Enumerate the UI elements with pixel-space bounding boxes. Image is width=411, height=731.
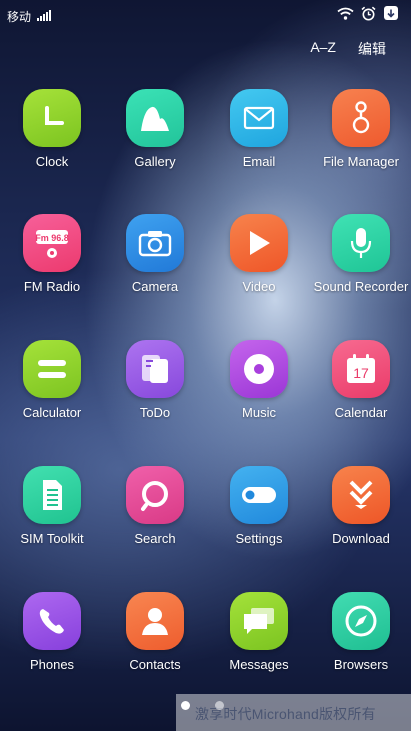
camera-icon — [126, 214, 184, 272]
battery-icon — [384, 6, 398, 20]
app-contacts[interactable]: Contacts — [103, 592, 207, 672]
edit-button[interactable]: 编辑 — [358, 39, 386, 59]
app-sim-toolkit[interactable]: SIM Toolkit — [0, 466, 104, 546]
app-browsers[interactable]: Browsers — [307, 592, 411, 672]
gallery-icon — [126, 89, 184, 147]
signal-strength-icon — [37, 9, 51, 21]
calculator-icon — [23, 340, 81, 398]
wifi-icon — [337, 7, 354, 20]
file-manager-icon — [332, 89, 390, 147]
app-phones[interactable]: Phones — [0, 592, 104, 672]
phone-icon — [23, 592, 81, 650]
app-calendar[interactable]: 17 Calendar — [307, 340, 411, 420]
app-label: FM Radio — [23, 279, 81, 294]
app-download[interactable]: Download — [307, 466, 411, 546]
email-icon — [230, 89, 288, 147]
app-label: Search — [134, 531, 176, 546]
carrier-name: 移动 — [7, 10, 32, 24]
app-file-manager[interactable]: File Manager — [307, 89, 411, 169]
app-label: SIM Toolkit — [20, 531, 84, 546]
search-icon — [126, 466, 184, 524]
app-label: Calculator — [22, 405, 82, 420]
app-label: Music — [242, 405, 276, 420]
app-label: Gallery — [134, 154, 176, 169]
page-dot-2[interactable] — [215, 701, 224, 710]
settings-toggle-icon — [230, 466, 288, 524]
messages-icon — [230, 592, 288, 650]
app-todo[interactable]: ToDo — [103, 340, 207, 420]
app-fm-radio[interactable]: Fm 96.8 FM Radio — [0, 214, 104, 294]
music-icon — [230, 340, 288, 398]
app-label: Clock — [35, 154, 69, 169]
fm-frequency-label: Fm 96.8 — [35, 233, 69, 243]
compass-icon — [332, 592, 390, 650]
video-play-icon — [230, 214, 288, 272]
app-camera[interactable]: Camera — [103, 214, 207, 294]
app-label: Camera — [131, 279, 179, 294]
app-label: Download — [332, 531, 390, 546]
contacts-icon — [126, 592, 184, 650]
app-label: Video — [242, 279, 276, 294]
calendar-icon: 17 — [332, 340, 390, 398]
calendar-day-label: 17 — [353, 365, 369, 381]
alarm-clock-icon — [361, 6, 376, 20]
clock-icon — [23, 89, 81, 147]
app-calculator[interactable]: Calculator — [0, 340, 104, 420]
app-label: File Manager — [323, 154, 399, 169]
app-label: Email — [242, 154, 276, 169]
app-label: Contacts — [129, 657, 181, 672]
sim-card-icon — [23, 466, 81, 524]
app-messages[interactable]: Messages — [207, 592, 311, 672]
fm-radio-icon: Fm 96.8 — [23, 214, 81, 272]
app-clock[interactable]: Clock — [0, 89, 104, 169]
microphone-icon — [332, 214, 390, 272]
app-label: Browsers — [333, 657, 389, 672]
app-settings[interactable]: Settings — [207, 466, 311, 546]
app-label: Messages — [229, 657, 289, 672]
app-label: ToDo — [139, 405, 171, 420]
app-search[interactable]: Search — [103, 466, 207, 546]
app-label: Phones — [29, 657, 75, 672]
app-music[interactable]: Music — [207, 340, 311, 420]
sort-az-button[interactable]: A–Z — [310, 39, 336, 59]
page-indicator[interactable] — [181, 701, 224, 710]
app-sound-recorder[interactable]: Sound Recorder — [307, 214, 411, 294]
watermark: 激享时代Microhand版权所有 — [176, 694, 411, 731]
app-email[interactable]: Email — [207, 89, 311, 169]
top-actions: A–Z 编辑 — [310, 39, 386, 59]
app-label: Sound Recorder — [313, 279, 409, 294]
app-gallery[interactable]: Gallery — [103, 89, 207, 169]
status-bar: 移动 — [0, 0, 411, 30]
todo-icon — [126, 340, 184, 398]
app-label: Calendar — [334, 405, 388, 420]
page-dot-1[interactable] — [181, 701, 190, 710]
app-label: Settings — [235, 531, 283, 546]
app-video[interactable]: Video — [207, 214, 311, 294]
download-icon — [332, 466, 390, 524]
